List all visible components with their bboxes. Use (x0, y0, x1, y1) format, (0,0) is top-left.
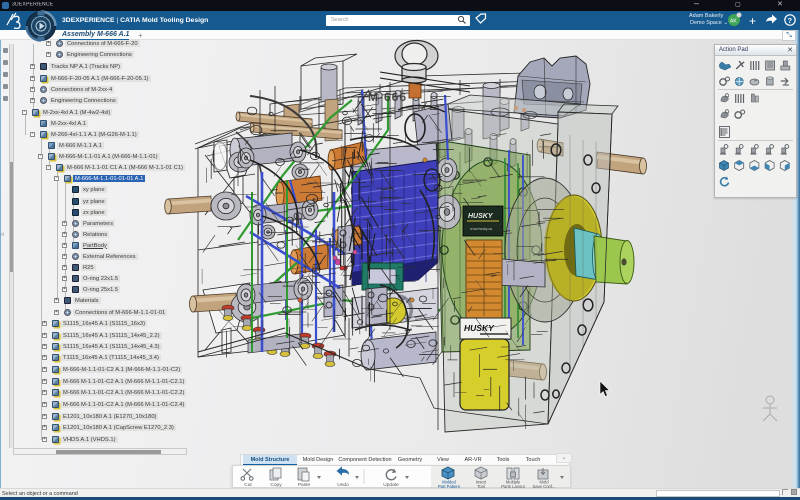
svg-text:HUSKY: HUSKY (464, 323, 495, 333)
svg-text:HUSKY: HUSKY (468, 213, 494, 220)
svg-text:www.husky.ca: www.husky.ca (470, 227, 492, 231)
svg-text:M-666: M-666 (368, 90, 407, 104)
